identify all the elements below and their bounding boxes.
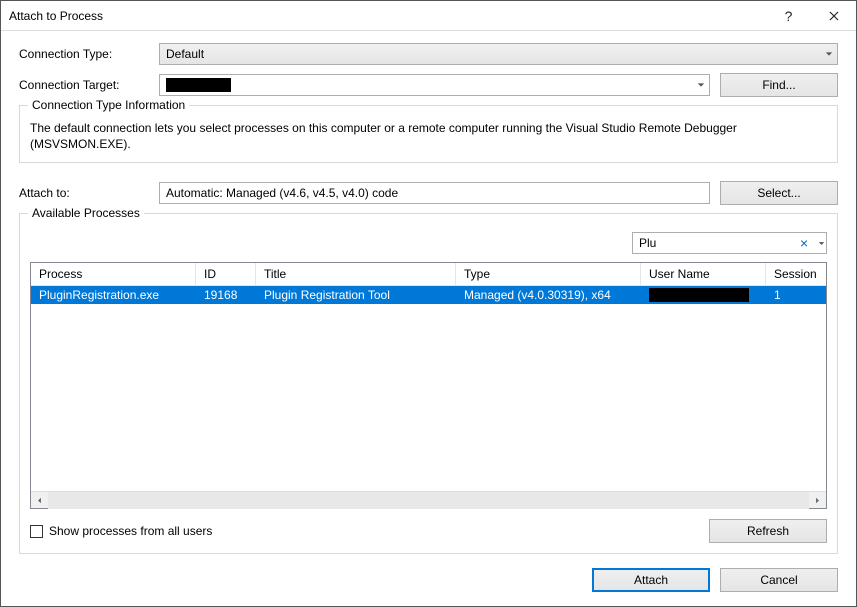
cancel-button[interactable]: Cancel xyxy=(720,568,838,592)
connection-type-value: Default xyxy=(166,47,204,61)
cell-user-redacted xyxy=(649,288,749,302)
help-button[interactable]: ? xyxy=(766,1,811,30)
column-header-user[interactable]: User Name xyxy=(641,263,766,285)
connection-target-label: Connection Target: xyxy=(19,78,159,92)
connection-type-combo[interactable]: Default xyxy=(159,43,838,65)
connection-target-value-redacted xyxy=(166,78,231,92)
horizontal-scrollbar[interactable] xyxy=(31,491,826,508)
dialog-content: Connection Type: Default Connection Targ… xyxy=(1,31,856,606)
process-filter-text[interactable] xyxy=(639,236,794,250)
column-header-type[interactable]: Type xyxy=(456,263,641,285)
chevron-down-icon xyxy=(697,78,705,92)
attach-to-field: Automatic: Managed (v4.6, v4.5, v4.0) co… xyxy=(159,182,710,204)
scroll-track[interactable] xyxy=(48,492,809,509)
table-row[interactable]: PluginRegistration.exe 19168 Plugin Regi… xyxy=(31,286,826,304)
find-button-label: Find... xyxy=(762,78,795,92)
cancel-button-label: Cancel xyxy=(760,573,797,587)
available-processes-legend: Available Processes xyxy=(28,206,144,220)
window-title: Attach to Process xyxy=(9,9,766,23)
clear-filter-icon[interactable]: × xyxy=(798,236,810,250)
connection-target-row: Connection Target: Find... xyxy=(19,73,838,97)
attach-to-label: Attach to: xyxy=(19,186,159,200)
column-header-process[interactable]: Process xyxy=(31,263,196,285)
connection-type-label: Connection Type: xyxy=(19,47,159,61)
available-processes-group: Available Processes × Process ID Title T… xyxy=(19,213,838,554)
close-button[interactable] xyxy=(811,1,856,30)
close-icon xyxy=(829,11,839,21)
available-processes-footer: Show processes from all users Refresh xyxy=(30,519,827,543)
chevron-down-icon xyxy=(825,47,833,61)
scroll-right-icon[interactable] xyxy=(809,492,826,509)
connection-type-info-text: The default connection lets you select p… xyxy=(30,120,827,152)
show-all-users-label: Show processes from all users xyxy=(49,524,212,538)
select-button[interactable]: Select... xyxy=(720,181,838,205)
column-header-title[interactable]: Title xyxy=(256,263,456,285)
connection-type-info-group: Connection Type Information The default … xyxy=(19,105,838,163)
process-filter-input[interactable]: × xyxy=(632,232,827,254)
select-button-label: Select... xyxy=(757,186,800,200)
connection-type-row: Connection Type: Default xyxy=(19,43,838,65)
table-body: PluginRegistration.exe 19168 Plugin Regi… xyxy=(31,286,826,491)
attach-button-label: Attach xyxy=(634,573,668,587)
dialog-footer: Attach Cancel xyxy=(19,568,838,592)
find-button[interactable]: Find... xyxy=(720,73,838,97)
title-bar: Attach to Process ? xyxy=(1,1,856,31)
cell-process: PluginRegistration.exe xyxy=(31,288,196,302)
process-table: Process ID Title Type User Name Session … xyxy=(30,262,827,509)
filter-dropdown-icon[interactable] xyxy=(818,236,829,250)
scroll-left-icon[interactable] xyxy=(31,492,48,509)
attach-to-row: Attach to: Automatic: Managed (v4.6, v4.… xyxy=(19,181,838,205)
connection-type-info-legend: Connection Type Information xyxy=(28,98,189,112)
cell-session: 1 xyxy=(766,288,826,302)
refresh-button[interactable]: Refresh xyxy=(709,519,827,543)
attach-button[interactable]: Attach xyxy=(592,568,710,592)
column-header-id[interactable]: ID xyxy=(196,263,256,285)
cell-id: 19168 xyxy=(196,288,256,302)
attach-to-value: Automatic: Managed (v4.6, v4.5, v4.0) co… xyxy=(166,186,398,200)
cell-title: Plugin Registration Tool xyxy=(256,288,456,302)
filter-row: × xyxy=(30,232,827,254)
cell-type: Managed (v4.0.30319), x64 xyxy=(456,288,641,302)
refresh-button-label: Refresh xyxy=(747,524,789,538)
connection-target-combo[interactable] xyxy=(159,74,710,96)
cell-user xyxy=(641,288,766,302)
column-header-session[interactable]: Session xyxy=(766,263,826,285)
table-header: Process ID Title Type User Name Session xyxy=(31,263,826,286)
show-all-users-checkbox[interactable] xyxy=(30,525,43,538)
